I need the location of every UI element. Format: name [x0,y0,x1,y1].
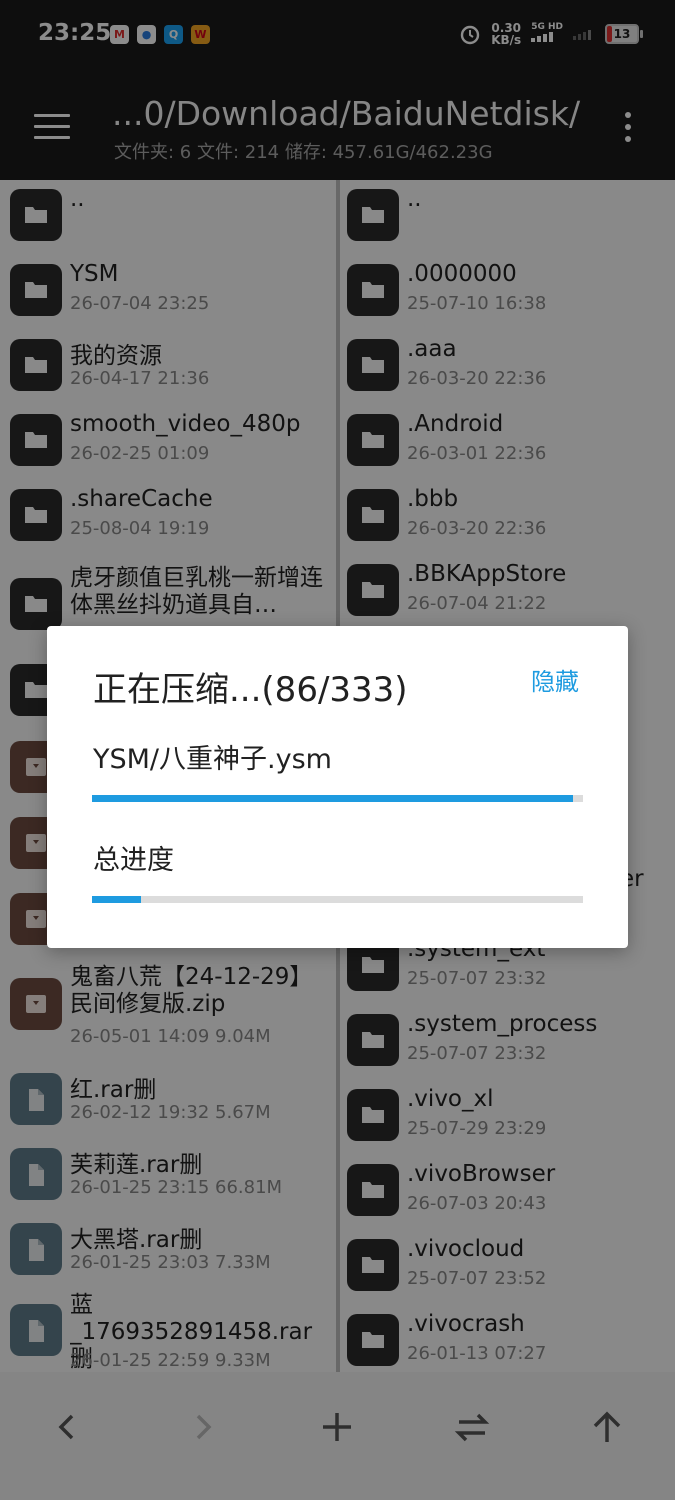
dialog-title: 正在压缩...(86/333) [93,670,408,710]
compress-progress-dialog: 正在压缩...(86/333) 隐藏 YSM/八重神子.ysm 总进度 [47,626,628,948]
hide-button[interactable]: 隐藏 [531,662,579,697]
total-progress-bar [92,896,583,903]
file-progress-bar [92,795,583,802]
current-file-label: YSM/八重神子.ysm [93,744,332,775]
file-progress-fill [92,795,574,802]
total-progress-fill [92,896,142,903]
total-progress-label: 总进度 [93,845,174,876]
